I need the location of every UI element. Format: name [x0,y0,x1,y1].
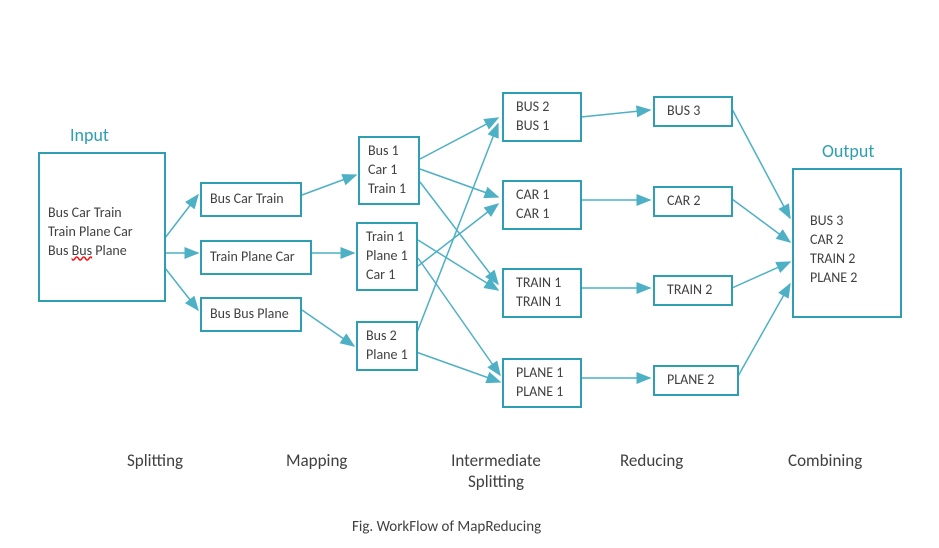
output-label: Output [822,140,874,162]
out-l4: PLANE 2 [810,269,888,288]
figure-caption: Fig. WorkFlow of MapReducing [352,518,541,536]
i3-l1: TRAIN 1 [516,274,568,293]
inter-box-4: PLANE 1 PLANE 1 [502,358,582,408]
out-l1: BUS 3 [810,212,888,231]
input-line-2: Train Plane Car [48,223,156,242]
map1-l2: Car 1 [368,161,410,180]
i4-l1: PLANE 1 [516,364,568,383]
map2-l1: Train 1 [366,228,408,247]
map3-l1: Bus 2 [366,327,408,346]
stage-combining: Combining [788,450,862,471]
input-box: Bus Car Train Train Plane Car Bus Bus Pl… [38,152,166,302]
inter-box-3: TRAIN 1 TRAIN 1 [502,268,582,318]
map-box-3: Bus 2 Plane 1 [356,321,418,371]
stage-intermediate: Intermediate Splitting [436,450,556,492]
inter-box-1: BUS 2 BUS 1 [502,92,582,142]
split-box-2: Train Plane Car [200,240,312,275]
map-box-1: Bus 1 Car 1 Train 1 [358,136,420,205]
split-box-3: Bus Bus Plane [200,297,302,332]
input-line-1: Bus Car Train [48,204,156,223]
reduce-box-2: CAR 2 [653,186,733,217]
i3-l2: TRAIN 1 [516,293,568,312]
i2-l1: CAR 1 [516,186,568,205]
input-label: Input [70,124,109,146]
i1-l1: BUS 2 [516,98,568,117]
i1-l2: BUS 1 [516,117,568,136]
inter-box-2: CAR 1 CAR 1 [502,180,582,230]
output-box: BUS 3 CAR 2 TRAIN 2 PLANE 2 [792,168,902,318]
map1-l1: Bus 1 [368,142,410,161]
reduce-box-3: TRAIN 2 [653,275,733,306]
map1-l3: Train 1 [368,180,410,199]
stage-splitting: Splitting [127,450,183,471]
map3-l2: Plane 1 [366,346,408,365]
map2-l3: Car 1 [366,266,408,285]
i2-l2: CAR 1 [516,205,568,224]
map-box-2: Train 1 Plane 1 Car 1 [356,222,418,291]
reduce-box-1: BUS 3 [653,96,733,127]
stage-reducing: Reducing [620,450,683,471]
i4-l2: PLANE 1 [516,383,568,402]
out-l2: CAR 2 [810,231,888,250]
reduce-box-4: PLANE 2 [653,365,739,396]
out-l3: TRAIN 2 [810,250,888,269]
map2-l2: Plane 1 [366,247,408,266]
input-line-3: Bus Bus Plane [48,242,156,261]
stage-mapping: Mapping [286,450,347,471]
split-box-1: Bus Car Train [200,182,302,217]
